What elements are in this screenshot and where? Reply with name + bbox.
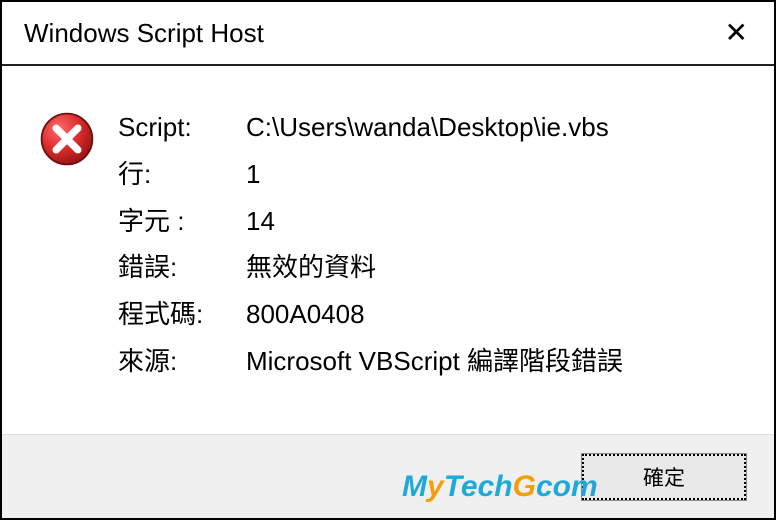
- label-error: 錯誤:: [118, 244, 246, 291]
- value-code: 800A0408: [246, 291, 744, 338]
- window-title: Windows Script Host: [24, 18, 264, 49]
- label-char: 字元 :: [118, 198, 246, 245]
- row-code: 程式碼: 800A0408: [118, 291, 744, 338]
- row-char: 字元 : 14: [118, 198, 744, 245]
- dialog-window: Windows Script Host ✕ Script: C:\Users\w: [0, 0, 776, 520]
- row-script: Script: C:\Users\wanda\Desktop\ie.vbs: [118, 104, 744, 151]
- label-code: 程式碼:: [118, 291, 246, 338]
- error-icon: [38, 110, 96, 168]
- value-source: Microsoft VBScript 編譯階段錯誤: [246, 338, 744, 385]
- row-line: 行: 1: [118, 151, 744, 198]
- value-error: 無效的資料: [246, 244, 744, 291]
- dialog-footer: MyTechGcom 確定: [2, 434, 774, 518]
- value-line: 1: [246, 151, 744, 198]
- value-char: 14: [246, 198, 744, 245]
- dialog-content: Script: C:\Users\wanda\Desktop\ie.vbs 行:…: [2, 66, 774, 434]
- label-source: 來源:: [118, 338, 246, 385]
- row-source: 來源: Microsoft VBScript 編譯階段錯誤: [118, 338, 744, 385]
- label-line: 行:: [118, 151, 246, 198]
- value-script: C:\Users\wanda\Desktop\ie.vbs: [246, 104, 744, 151]
- ok-button[interactable]: 確定: [582, 454, 746, 500]
- row-error: 錯誤: 無效的資料: [118, 244, 744, 291]
- close-button[interactable]: ✕: [717, 15, 756, 51]
- icon-column: [38, 104, 104, 414]
- watermark: MyTechGcom: [402, 470, 598, 504]
- error-fields: Script: C:\Users\wanda\Desktop\ie.vbs 行:…: [118, 104, 744, 414]
- titlebar: Windows Script Host ✕: [2, 2, 774, 66]
- label-script: Script:: [118, 104, 246, 151]
